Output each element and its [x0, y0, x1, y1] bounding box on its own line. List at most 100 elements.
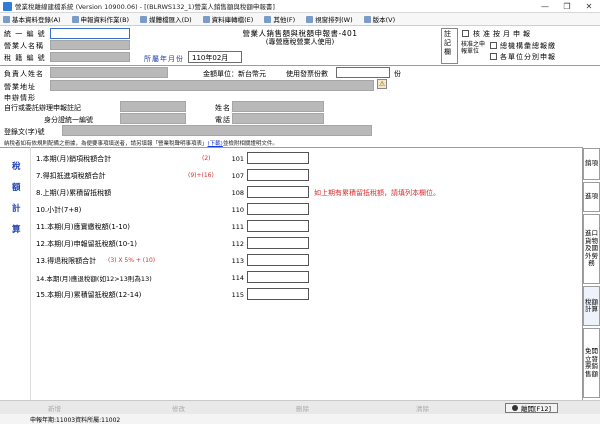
menu-label: 基本資料登錄(A) [12, 16, 61, 24]
button-label: 修改 [172, 405, 185, 413]
import-icon [140, 15, 148, 23]
tax-input-114[interactable] [247, 271, 309, 283]
window-icon [306, 15, 314, 23]
tax-id-input[interactable] [50, 28, 130, 39]
button-label: 離開[F12] [521, 405, 552, 413]
menu-import[interactable]: 媒體檔匯入(D) [137, 14, 192, 24]
tax-input-113[interactable] [247, 254, 309, 266]
invoice-count-input[interactable] [336, 67, 390, 78]
menu-other[interactable]: 其他(F) [261, 14, 295, 24]
tax-reg-label: 稅 籍 編 號 [4, 54, 46, 62]
tab-purchase[interactable]: 進項 [583, 182, 600, 212]
tab-label: 進口貨物及國外勞務 [585, 229, 598, 268]
tax-reg-field [50, 52, 130, 62]
tax-input-110[interactable] [247, 203, 309, 215]
divider [0, 65, 600, 66]
menu-convert[interactable]: 資料庫轉檔(E) [200, 14, 254, 24]
tax-input-115[interactable] [247, 288, 309, 300]
tax-input-101[interactable] [247, 152, 309, 164]
option-separate-checkbox[interactable] [490, 53, 497, 60]
misc-icon [264, 15, 272, 23]
button-label: 刪除 [296, 405, 309, 413]
exit-icon [512, 405, 518, 411]
menu-label: 視窗排列(W) [315, 16, 353, 24]
row-hint: 如上期有累積留抵稅額，請填列本欄位。 [314, 189, 440, 197]
section-char: 稅 [12, 162, 21, 172]
row-code: 111 [231, 223, 244, 231]
edit-button[interactable]: 修改 [172, 403, 185, 413]
row-ref: (9)+(16) [188, 172, 214, 179]
row-code: 112 [231, 240, 244, 248]
row-label: 1.本期(月)銷項稅額合計 [36, 155, 112, 163]
doc-label: 登錄文(字)號 [4, 128, 45, 136]
tax-input-108[interactable] [247, 186, 309, 198]
database-icon [3, 15, 10, 23]
option-monthly-checkbox[interactable] [462, 30, 469, 37]
tab-label: 進項 [585, 192, 598, 201]
document-icon [71, 15, 79, 23]
phone-field [232, 113, 324, 124]
id-field [120, 113, 186, 124]
close-button[interactable]: ✕ [578, 0, 600, 13]
row-label: 7.得扣抵進項稅額合計 [36, 172, 106, 180]
tax-input-107[interactable] [247, 169, 309, 181]
option-monthly-label: 核准按月申報 [473, 30, 533, 38]
tab-sales[interactable]: 銷項 [583, 148, 600, 180]
tab-label: 銷項 [585, 159, 598, 168]
tax-input-111[interactable] [247, 220, 309, 232]
invoice-count-label: 使用發票份數 [286, 70, 328, 78]
menu-version[interactable]: 版本(V) [361, 14, 396, 24]
warning-icon[interactable]: ⚠ [377, 79, 387, 89]
menu-label: 申報資料作業(B) [80, 16, 130, 24]
row-label: 10.小計(7+8) [36, 206, 82, 214]
invoice-suffix: 份 [394, 70, 402, 78]
delete-button[interactable]: 刪除 [296, 403, 309, 413]
period-label: 所屬年月份 [144, 55, 184, 63]
menu-window[interactable]: 視窗排列(W) [303, 14, 353, 24]
biz-name-field [50, 40, 130, 50]
form-subtitle: (專營應稅營業人使用) [265, 38, 335, 46]
row-label: 13.得退稅限額合計 [36, 257, 97, 265]
period-field[interactable]: 110年02月 [188, 51, 242, 63]
biz-name-label: 營業人名稱 [4, 42, 44, 50]
option-separate-label: 各單位分別申報 [500, 53, 556, 61]
tax-input-112[interactable] [247, 237, 309, 249]
clear-button[interactable]: 清除 [416, 403, 429, 413]
row-code: 115 [231, 291, 244, 299]
tab-label: 稅額計算 [585, 297, 598, 313]
app-icon [3, 1, 12, 11]
convert-icon [202, 15, 210, 23]
app-window: 營業稅離線建檔系統 (Version 10900.06) - [(BLRWS13… [0, 0, 600, 424]
tax-id-label: 統 一 編 號 [4, 30, 46, 38]
name-field [232, 101, 324, 112]
note-label: 註記欄 [444, 30, 451, 56]
minimize-button[interactable]: — [534, 0, 556, 13]
menu-bar: 基本資料登錄(A) 申報資料作業(B) 媒體檔匯入(D) 資料庫轉檔(E) 其他… [0, 13, 600, 26]
restore-button[interactable]: ❐ [556, 0, 578, 13]
row-ref: (3) X 5% + (10) [108, 257, 156, 264]
add-button[interactable]: 新增 [48, 403, 61, 413]
tab-no-invoice[interactable]: 免開立發票銷售額 [583, 328, 600, 398]
row-label: 11.本期(月)應實繳稅額(1-10) [36, 223, 130, 231]
agent-field [120, 101, 186, 112]
tab-tax-calc[interactable]: 稅額計算 [583, 286, 600, 326]
row-label: 15.本期(月)累積留抵稅額(12-14) [36, 291, 142, 299]
agent-label: 自行或委託辦理申報註記 [4, 104, 81, 112]
tab-import[interactable]: 進口貨物及國外勞務 [583, 214, 600, 284]
row-code: 113 [231, 257, 244, 265]
menu-declare[interactable]: 申報資料作業(B) [69, 14, 130, 24]
menu-label: 其他(F) [273, 16, 296, 24]
phone-label: 電話 [215, 116, 231, 124]
address-label: 營業地址 [4, 83, 36, 91]
menu-label: 媒體檔匯入(D) [149, 16, 192, 24]
exit-button[interactable]: 離開[F12] [505, 403, 559, 413]
menu-basic-data[interactable]: 基本資料登錄(A) [0, 14, 61, 24]
tab-label: 免開立發票銷售額 [585, 347, 598, 378]
status-text: 申報年期:11003資料所屬:11002 [30, 416, 121, 424]
owner-field [50, 67, 168, 78]
menu-label: 版本(V) [372, 16, 396, 24]
form-area: 統 一 編 號 營業人名稱 稅 籍 編 號 營業人銷售額與稅額申報書-401 (… [0, 26, 600, 400]
status-bar: 申報年期:11003資料所屬:11002 [0, 414, 600, 424]
option-summary-checkbox[interactable] [490, 42, 497, 49]
menu-label: 資料庫轉檔(E) [211, 16, 254, 24]
